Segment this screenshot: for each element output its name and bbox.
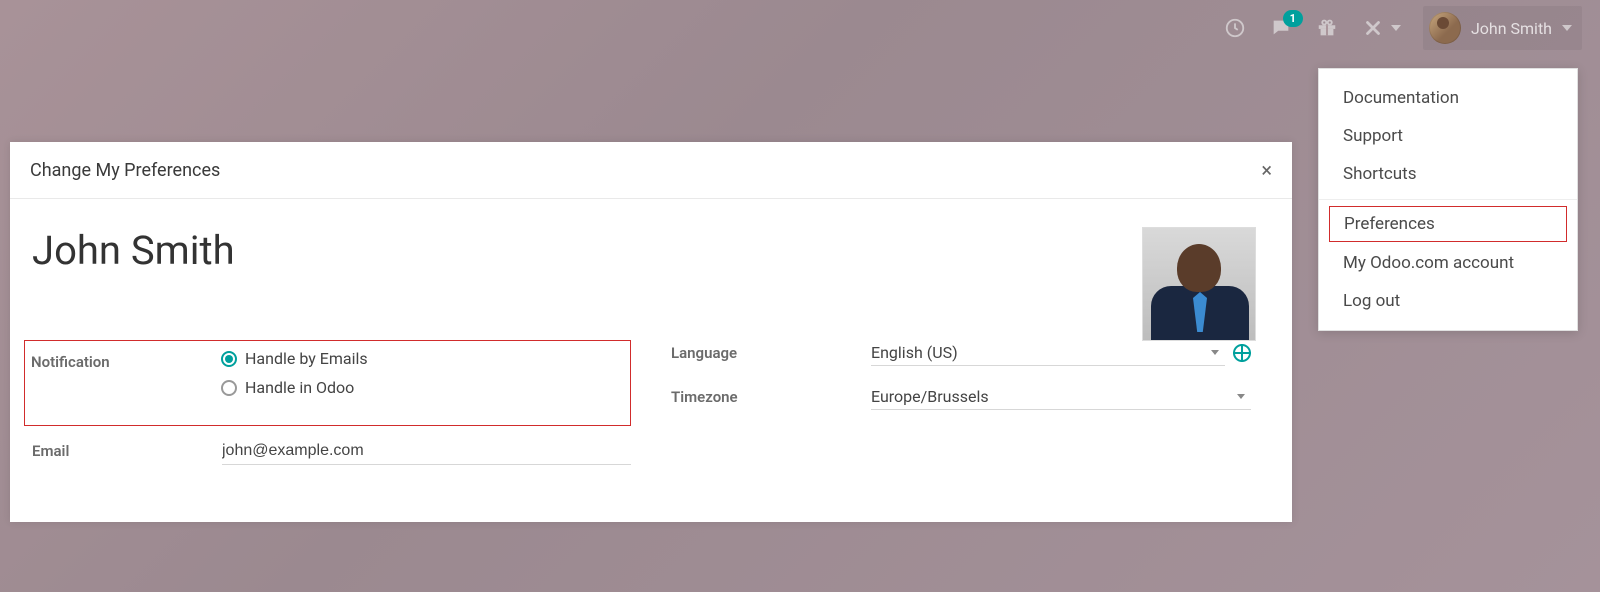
modal-title: Change My Preferences [30, 160, 220, 181]
radio-label: Handle in Odoo [245, 378, 354, 397]
timezone-value: Europe/Brussels [871, 387, 1237, 406]
user-name-label: John Smith [1471, 19, 1552, 38]
language-value: English (US) [871, 343, 1211, 362]
notif-option-odoo[interactable]: Handle in Odoo [221, 378, 620, 397]
caret-down-icon [1391, 25, 1401, 31]
modal-header: Change My Preferences × [10, 142, 1292, 199]
messages-icon[interactable]: 1 [1269, 16, 1293, 40]
messages-badge: 1 [1283, 10, 1303, 27]
language-select[interactable]: English (US) [871, 340, 1225, 366]
timezone-label: Timezone [671, 384, 871, 406]
globe-icon[interactable] [1233, 344, 1251, 362]
caret-down-icon [1237, 394, 1245, 399]
email-field[interactable] [222, 438, 631, 465]
notification-controls: Handle by Emails Handle in Odoo [221, 349, 620, 407]
divider [1319, 199, 1577, 200]
user-dropdown: Documentation Support Shortcuts Preferen… [1318, 68, 1578, 331]
dd-support[interactable]: Support [1319, 117, 1577, 155]
dd-my-account[interactable]: My Odoo.com account [1319, 244, 1577, 282]
notification-highlight: Notification Handle by Emails Handle in … [24, 340, 631, 426]
form-columns: Notification Handle by Emails Handle in … [32, 340, 1270, 479]
gift-icon[interactable] [1315, 16, 1339, 40]
radio-label: Handle by Emails [245, 349, 368, 368]
left-column: Notification Handle by Emails Handle in … [32, 340, 631, 479]
preferences-modal: Change My Preferences × John Smith Notif… [10, 142, 1292, 522]
caret-down-icon [1562, 25, 1572, 31]
history-icon[interactable] [1223, 16, 1247, 40]
notif-option-emails[interactable]: Handle by Emails [221, 349, 620, 368]
avatar [1429, 12, 1461, 44]
timezone-select[interactable]: Europe/Brussels [871, 384, 1251, 410]
page-title: John Smith [32, 227, 1270, 274]
tools-menu[interactable] [1361, 16, 1401, 40]
dd-logout[interactable]: Log out [1319, 282, 1577, 320]
timezone-field-row: Timezone Europe/Brussels [671, 384, 1270, 410]
modal-body: John Smith Notification Handle by Emails [10, 199, 1292, 522]
caret-down-icon [1211, 350, 1219, 355]
radio-icon [221, 380, 237, 396]
dd-preferences[interactable]: Preferences [1329, 206, 1567, 242]
email-label: Email [32, 438, 222, 460]
dd-documentation[interactable]: Documentation [1319, 79, 1577, 117]
notification-field: Notification Handle by Emails Handle in … [31, 349, 620, 407]
email-field-row: Email [32, 438, 631, 465]
dd-shortcuts[interactable]: Shortcuts [1319, 155, 1577, 193]
radio-icon [221, 351, 237, 367]
language-field-row: Language English (US) [671, 340, 1270, 366]
close-icon[interactable]: × [1261, 158, 1272, 182]
notification-label: Notification [31, 349, 221, 371]
wrench-icon [1361, 16, 1385, 40]
right-column: Language English (US) Timezone Europe/Br… [671, 340, 1270, 479]
language-label: Language [671, 340, 871, 362]
profile-image[interactable] [1142, 227, 1256, 341]
user-menu-button[interactable]: John Smith [1423, 6, 1582, 50]
top-navbar: 1 John Smith [1223, 0, 1600, 56]
